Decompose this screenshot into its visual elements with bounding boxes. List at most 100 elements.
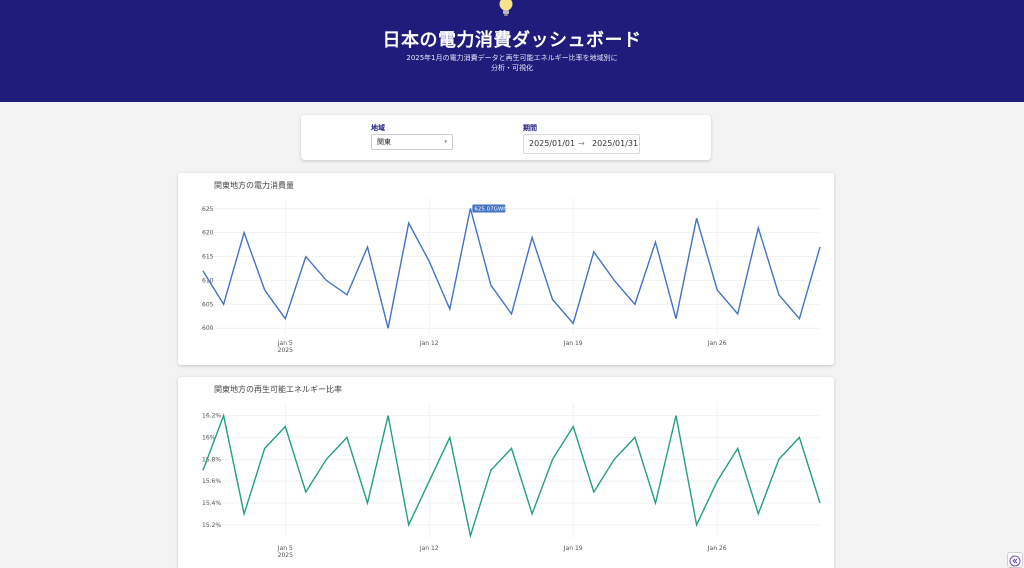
subtitle-line-1: 2025年1月の電力消費データと再生可能エネルギー比率を地域別に bbox=[406, 54, 618, 62]
data-point[interactable] bbox=[222, 303, 224, 305]
consumption-chart[interactable]: 600605610615620625Jan 52025Jan 12 Jan 19 J… bbox=[178, 173, 834, 365]
data-point[interactable] bbox=[634, 303, 636, 305]
data-point[interactable] bbox=[305, 491, 307, 493]
end-date-input[interactable]: 2025/01/31 bbox=[592, 135, 638, 153]
data-point[interactable] bbox=[716, 289, 718, 291]
region-select-value: 関東 bbox=[377, 138, 391, 146]
chevron-down-icon: ▾ bbox=[444, 139, 447, 145]
region-select[interactable]: 関東 ▾ bbox=[371, 134, 453, 150]
page-subtitle: 2025年1月の電力消費データと再生可能エネルギー比率を地域別に 分析・可視化 bbox=[362, 53, 662, 73]
y-tick-label: 615 bbox=[202, 254, 214, 261]
data-point[interactable] bbox=[695, 217, 697, 219]
data-point[interactable] bbox=[366, 246, 368, 248]
x-tick-label: Jan 19 bbox=[563, 340, 583, 347]
series-line[interactable] bbox=[202, 208, 821, 329]
hover-tooltip: 625.07GWh bbox=[472, 204, 507, 213]
data-point[interactable] bbox=[737, 447, 739, 449]
data-point[interactable] bbox=[531, 236, 533, 238]
data-point[interactable] bbox=[346, 436, 348, 438]
data-point[interactable] bbox=[222, 414, 224, 416]
data-point[interactable] bbox=[695, 524, 697, 526]
data-point[interactable] bbox=[675, 414, 677, 416]
subtitle-line-2: 分析・可視化 bbox=[491, 64, 533, 72]
sidebar-toggle-button[interactable] bbox=[1007, 552, 1023, 568]
x-tick-label: Jan 12 bbox=[419, 340, 439, 347]
data-point[interactable] bbox=[572, 425, 574, 427]
data-point[interactable] bbox=[778, 458, 780, 460]
renewable-chart[interactable]: 15.2%15.4%15.6%15.8%16%16.2%Jan 52025Jan… bbox=[178, 377, 834, 568]
start-date-input[interactable]: 2025/01/01 bbox=[529, 135, 575, 153]
data-point[interactable] bbox=[510, 313, 512, 315]
page-title: 日本の電力消費ダッシュボード bbox=[382, 30, 642, 51]
data-point[interactable] bbox=[264, 447, 266, 449]
data-point[interactable] bbox=[551, 298, 553, 300]
data-point[interactable] bbox=[284, 425, 286, 427]
data-point[interactable] bbox=[428, 260, 430, 262]
x-tick-label: Jan 26 bbox=[707, 340, 727, 347]
data-point[interactable] bbox=[243, 231, 245, 233]
data-point[interactable] bbox=[346, 294, 348, 296]
data-point[interactable] bbox=[387, 327, 389, 329]
data-point[interactable] bbox=[613, 458, 615, 460]
data-point[interactable] bbox=[716, 480, 718, 482]
y-tick-label: 15.8% bbox=[202, 456, 221, 463]
data-point[interactable] bbox=[407, 222, 409, 224]
x-tick-year-label: 2025 bbox=[278, 552, 293, 559]
consumption-chart-card: 関東地方の電力消費量 600 605 610 615 620 625 Jan 5 2025 Ja… bbox=[178, 173, 834, 365]
y-tick-label: 625 bbox=[202, 206, 214, 213]
y-tick-label: 15.2% bbox=[202, 522, 221, 529]
data-point[interactable] bbox=[634, 436, 636, 438]
data-point[interactable] bbox=[654, 241, 656, 243]
data-point[interactable] bbox=[202, 270, 204, 272]
data-point[interactable] bbox=[243, 513, 245, 515]
data-point[interactable] bbox=[572, 322, 574, 324]
data-point[interactable] bbox=[593, 491, 595, 493]
data-point[interactable] bbox=[407, 524, 409, 526]
data-point[interactable] bbox=[202, 469, 204, 471]
data-point[interactable] bbox=[778, 294, 780, 296]
data-point[interactable] bbox=[264, 289, 266, 291]
data-point[interactable] bbox=[757, 513, 759, 515]
x-tick-label: Jan 5 bbox=[277, 340, 293, 347]
data-point[interactable] bbox=[428, 480, 430, 482]
date-range-picker[interactable]: 2025/01/01 → 2025/01/31 bbox=[523, 134, 640, 154]
gridlines bbox=[203, 403, 820, 538]
data-point[interactable] bbox=[798, 436, 800, 438]
data-point[interactable] bbox=[449, 308, 451, 310]
data-point[interactable] bbox=[469, 535, 471, 537]
data-point[interactable] bbox=[366, 502, 368, 504]
filter-panel: 地域 関東 ▾ 期間 2025/01/01 → 2025/01/31 bbox=[301, 115, 711, 160]
x-tick-label: Jan 26 bbox=[707, 545, 727, 552]
data-point[interactable] bbox=[449, 436, 451, 438]
x-tick-label: Jan 19 bbox=[563, 545, 583, 552]
y-tick-label: 600 bbox=[202, 325, 214, 332]
data-point[interactable] bbox=[284, 317, 286, 319]
data-point[interactable] bbox=[819, 502, 821, 504]
renewable-chart-card: 関東地方の再生可能エネルギー比率 15.2% 15.4% 15.6% 15.8% 16%… bbox=[178, 377, 834, 568]
data-point[interactable] bbox=[551, 458, 553, 460]
series-line[interactable] bbox=[202, 413, 821, 539]
data-point[interactable] bbox=[531, 513, 533, 515]
data-point[interactable] bbox=[593, 251, 595, 253]
data-point[interactable] bbox=[305, 255, 307, 257]
data-point[interactable] bbox=[387, 414, 389, 416]
y-tick-label: 15.6% bbox=[202, 478, 221, 485]
data-point[interactable] bbox=[510, 447, 512, 449]
data-point[interactable] bbox=[654, 502, 656, 504]
data-point[interactable] bbox=[325, 279, 327, 281]
period-label: 期間 bbox=[523, 124, 537, 132]
data-point[interactable] bbox=[737, 313, 739, 315]
data-point[interactable] bbox=[757, 227, 759, 229]
x-tick-label: Jan 5 bbox=[277, 545, 293, 552]
data-point[interactable] bbox=[675, 317, 677, 319]
lightbulb-icon bbox=[499, 0, 513, 16]
data-point[interactable] bbox=[798, 317, 800, 319]
data-point[interactable] bbox=[613, 279, 615, 281]
data-point[interactable] bbox=[490, 284, 492, 286]
data-point[interactable] bbox=[325, 458, 327, 460]
data-point[interactable] bbox=[819, 246, 821, 248]
y-tick-label: 620 bbox=[202, 230, 214, 237]
data-point[interactable] bbox=[469, 207, 471, 209]
y-tick-label: 16.2% bbox=[202, 413, 221, 420]
data-point[interactable] bbox=[490, 469, 492, 471]
